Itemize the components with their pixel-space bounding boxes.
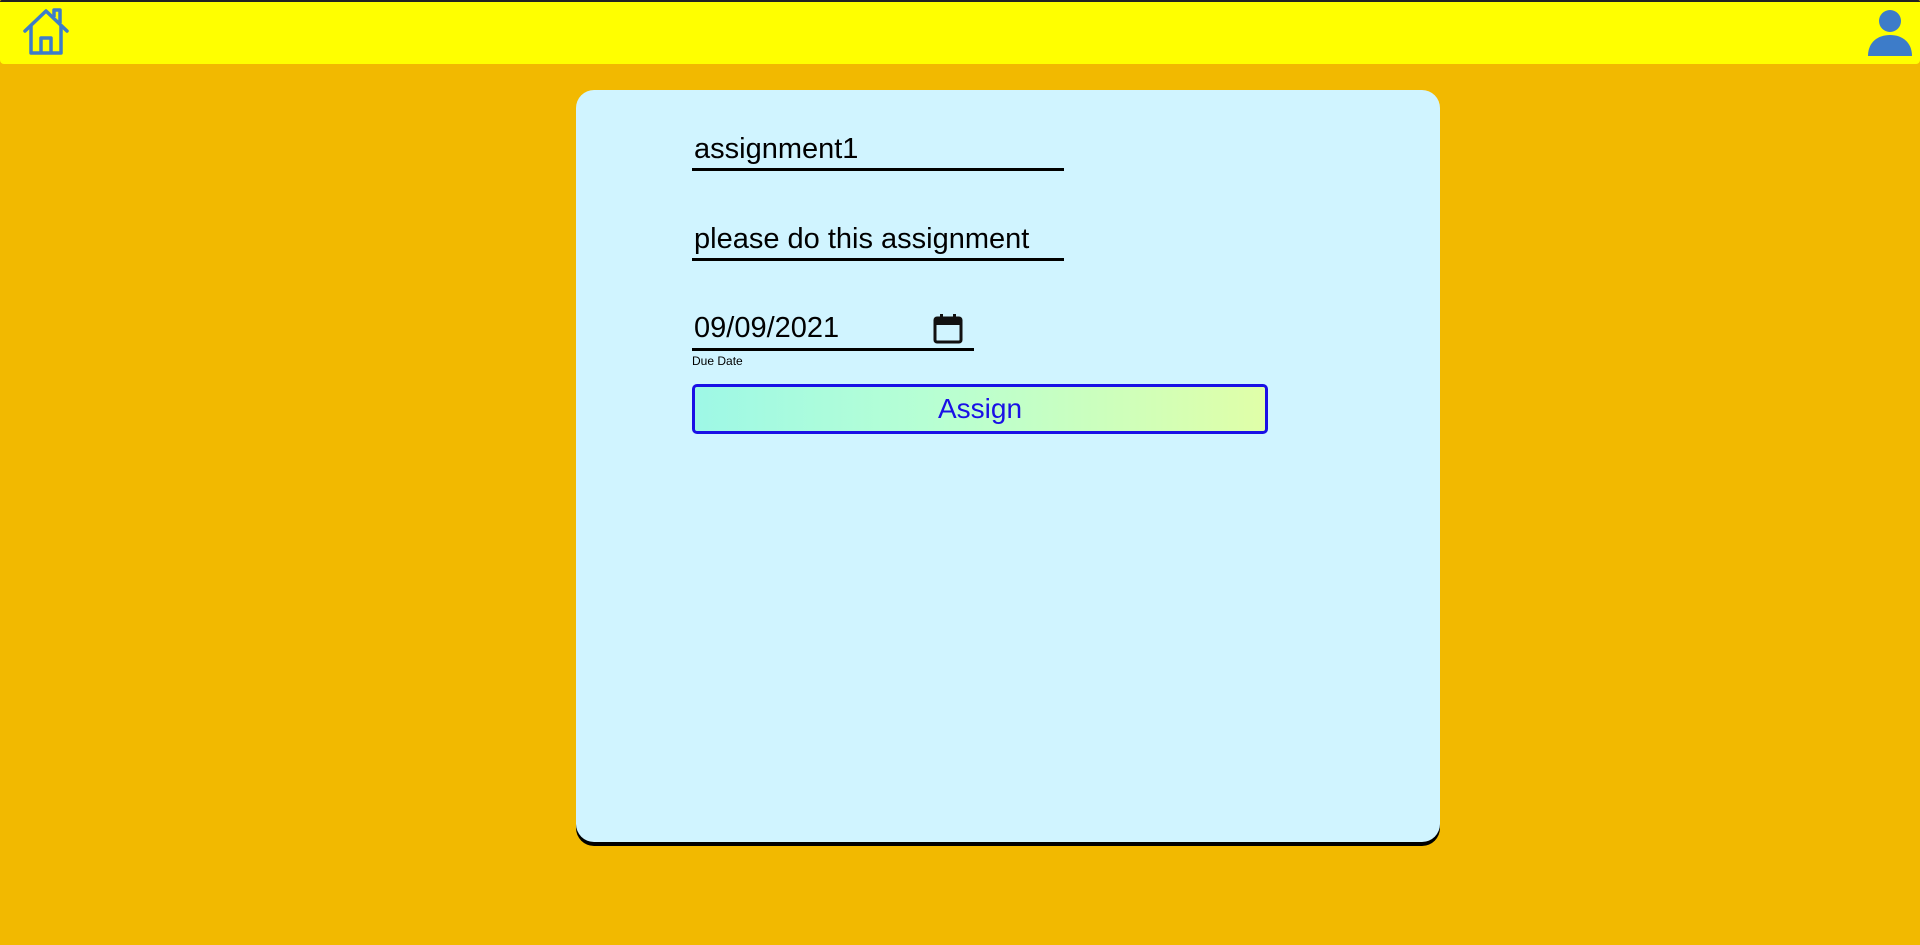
- due-date-value: 09/09/2021: [694, 312, 840, 344]
- user-icon: [1868, 10, 1912, 56]
- assignment-description-input[interactable]: [692, 220, 1064, 261]
- user-profile-button[interactable]: [1866, 6, 1914, 58]
- assignment-form-card: 09/09/2021 Due Date Assign: [576, 90, 1440, 842]
- home-icon: [23, 8, 69, 55]
- due-date-label: Due Date: [692, 354, 743, 368]
- top-navbar: [0, 0, 1920, 64]
- assign-button[interactable]: Assign: [692, 384, 1268, 434]
- due-date-input[interactable]: 09/09/2021: [692, 308, 974, 351]
- home-button[interactable]: [20, 6, 72, 58]
- calendar-icon[interactable]: [932, 312, 964, 344]
- assignment-title-input[interactable]: [692, 130, 1064, 171]
